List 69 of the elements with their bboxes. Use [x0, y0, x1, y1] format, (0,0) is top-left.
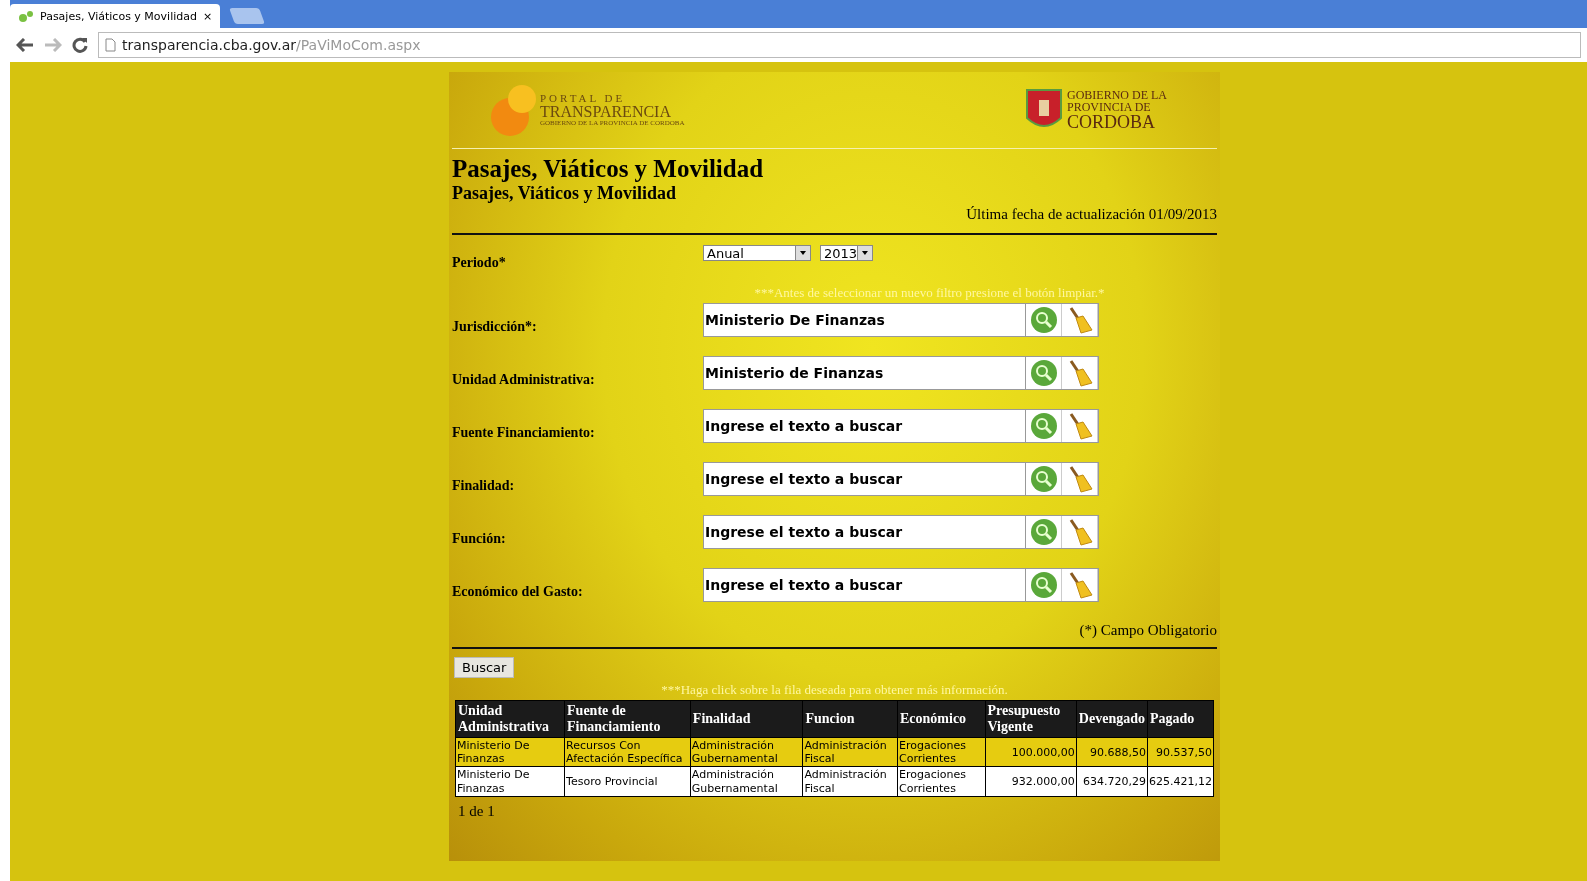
back-arrow-icon[interactable]: [16, 38, 34, 52]
logo-text: PORTAL DE: [540, 93, 627, 104]
logo-text: CORDOBA: [1067, 113, 1156, 131]
table-cell: Ministerio De Finanzas: [455, 766, 565, 797]
column-header: Presupuesto Vigente: [985, 700, 1077, 738]
page-title: Pasajes, Viáticos y Movilidad: [452, 155, 765, 183]
field-label: Periodo*: [452, 255, 507, 272]
logo-emblem-icon: [490, 83, 536, 137]
page-icon: [105, 38, 116, 52]
table-cell: Tesoro Provincial: [564, 766, 691, 797]
table-cell: Administración Fiscal: [802, 766, 898, 797]
column-header: Económico: [897, 700, 985, 738]
search-field[interactable]: Ingrese el texto a buscar: [703, 568, 1099, 602]
search-field[interactable]: Ministerio De Finanzas: [703, 303, 1099, 337]
table-cell: Administración Gubernamental: [690, 766, 803, 797]
search-icon: [1028, 306, 1059, 334]
search-icon: [1028, 359, 1059, 387]
field-label: Económico del Gasto:: [452, 584, 584, 601]
filter-note: ***Antes de seleccionar un nuevo filtro presione el botón limpiar.*: [753, 285, 1106, 301]
search-field[interactable]: Ministerio de Finanzas: [703, 356, 1099, 390]
logo-text: PROVINCIA DE: [1067, 101, 1152, 113]
table-cell: Recursos Con Afectación Específica: [564, 737, 691, 767]
close-icon[interactable]: ×: [202, 9, 213, 23]
field-label: Jurisdicción*:: [452, 319, 538, 336]
pager-text: 1 de 1: [458, 802, 496, 820]
field-label: Finalidad:: [452, 478, 516, 495]
search-field[interactable]: Ingrese el texto a buscar: [703, 515, 1099, 549]
table-cell: Erogaciones Corrientes: [897, 737, 985, 767]
table-cell: 100.000,00: [985, 737, 1077, 767]
column-header: Unidad Administrativa: [455, 700, 565, 738]
url-text: transparencia.cba.gov.ar/PaViMoCom.aspx: [122, 37, 421, 53]
search-icon: [1028, 465, 1059, 493]
table-cell: Erogaciones Corrientes: [897, 766, 985, 797]
logo-text: TRANSPARENCIA: [540, 104, 672, 120]
search-button[interactable]: Buscar: [454, 657, 515, 678]
logo-text: GOBIERNO DE LA: [1067, 89, 1167, 101]
table-cell: 90.537,50: [1147, 737, 1214, 767]
search-icon: [1028, 571, 1059, 599]
field-label: Fuente Financiamiento:: [452, 425, 596, 442]
table-cell: 634.720,29: [1076, 766, 1148, 797]
period-dropdown[interactable]: Anual: [703, 245, 811, 261]
search-field[interactable]: Ingrese el texto a buscar: [703, 409, 1099, 443]
table-note: ***Haga click sobre la fila deseada para obtener más información.: [660, 682, 1009, 698]
field-label: Función:: [452, 531, 507, 548]
update-date: Última fecha de actualización 01/09/2013: [965, 206, 1217, 223]
tab-title: Pasajes, Viáticos y Movilidad: [40, 9, 197, 23]
table-cell: Administración Fiscal: [802, 737, 898, 767]
year-dropdown[interactable]: 2013: [820, 245, 873, 261]
address-bar[interactable]: transparencia.cba.gov.ar/PaViMoCom.aspx: [98, 32, 1581, 58]
column-header: Funcion: [802, 700, 898, 738]
search-icon: [1028, 518, 1059, 546]
column-header: Fuente de Financiamiento: [564, 700, 691, 738]
table-cell: 90.688,50: [1076, 737, 1148, 767]
search-icon: [1028, 412, 1059, 440]
column-header: Finalidad: [690, 700, 803, 738]
forward-arrow-icon[interactable]: [44, 38, 62, 52]
table-cell: Administración Gubernamental: [690, 737, 803, 767]
column-header: Devengado: [1076, 700, 1148, 738]
table-cell: 932.000,00: [985, 766, 1077, 797]
table-cell: Ministerio De Finanzas: [455, 737, 565, 767]
search-field[interactable]: Ingrese el texto a buscar: [703, 462, 1099, 496]
table-cell: 625.421,12: [1147, 766, 1214, 797]
field-label: Unidad Administrativa:: [452, 372, 596, 389]
browser-tab[interactable]: Pasajes, Viáticos y Movilidad ×: [10, 4, 221, 28]
required-note: (*) Campo Obligatorio: [1078, 622, 1217, 639]
new-tab-button[interactable]: [229, 8, 266, 24]
column-header: Pagado: [1147, 700, 1214, 738]
page-subtitle: Pasajes, Viáticos y Movilidad: [452, 183, 677, 204]
reload-icon[interactable]: [72, 37, 88, 53]
